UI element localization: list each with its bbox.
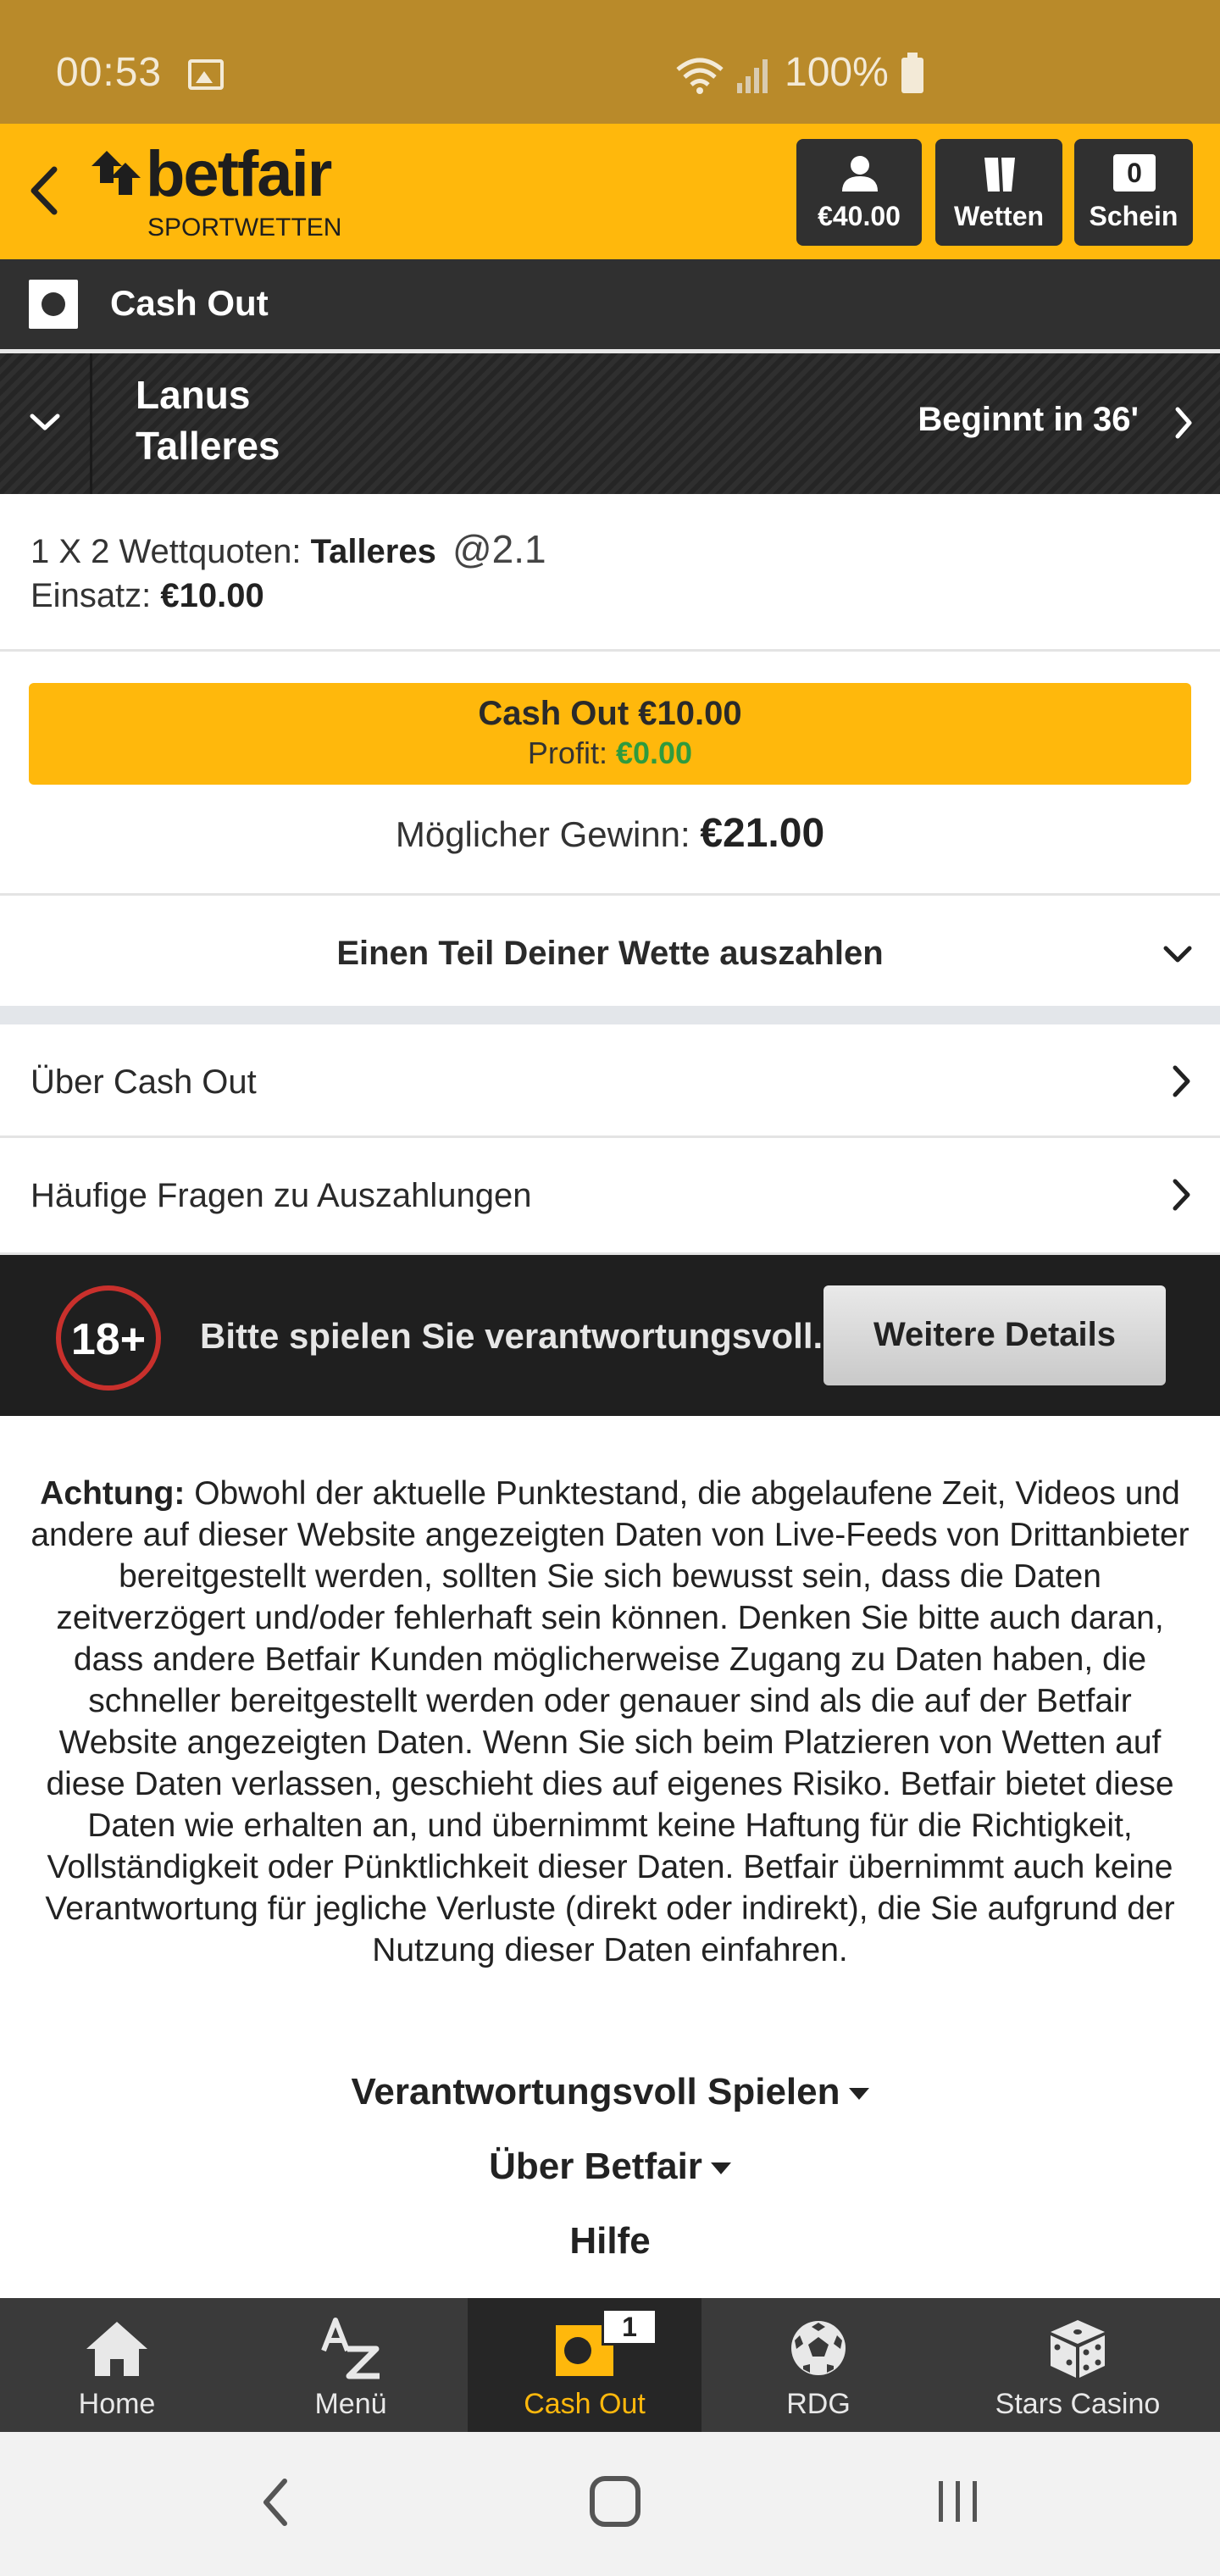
betslip-label: Schein — [1089, 201, 1178, 231]
status-time: 00:53 — [56, 50, 163, 95]
nav-menu[interactable]: Menü — [234, 2298, 468, 2432]
cashout-profit: Profit: €0.00 — [29, 736, 1191, 771]
brand-name: betfair — [146, 138, 332, 210]
disclaimer-text: Obwohl der aktuelle Punktestand, die abg… — [30, 1475, 1190, 1968]
potential-label: Möglicher Gewinn: — [395, 814, 690, 854]
selection-name: Talleres — [310, 533, 436, 570]
footer-responsible-label: Verantwortungsvoll Spielen — [351, 2071, 840, 2112]
cashout-icon — [29, 280, 78, 329]
my-bets-button[interactable]: Wetten — [935, 139, 1062, 246]
page-title: Cash Out — [110, 283, 269, 323]
dice-icon — [1051, 2320, 1105, 2378]
age-label: 18+ — [70, 1315, 147, 1364]
nav-casino-label: Stars Casino — [995, 2388, 1161, 2420]
event-start-time: Beginnt in 36' — [918, 401, 1139, 438]
event-divider — [90, 353, 92, 494]
potential-value: €21.00 — [700, 811, 825, 856]
nav-stars-casino[interactable]: Stars Casino — [935, 2298, 1220, 2432]
person-icon — [842, 156, 878, 192]
image-notification-icon — [188, 59, 224, 90]
age-restriction-icon: 18+ — [56, 1285, 161, 1391]
more-details-button[interactable]: Weitere Details — [824, 1285, 1166, 1385]
cashout-titlebar: Cash Out — [0, 259, 1220, 349]
caret-down-icon — [710, 2162, 731, 2175]
footer-about-link[interactable]: Über Betfair — [0, 2146, 1220, 2188]
system-back-icon[interactable] — [256, 2474, 295, 2530]
cashout-button-label: Cash Out €10.00 — [478, 695, 742, 732]
betfair-arrows-icon — [92, 151, 141, 195]
stake-line: Einsatz: €10.00 — [30, 577, 264, 615]
potential-return: Möglicher Gewinn: €21.00 — [0, 810, 1220, 857]
data-disclaimer: Achtung: Obwohl der aktuelle Punktestand… — [30, 1473, 1190, 1971]
profit-label: Profit: — [527, 736, 607, 770]
chevron-right-icon — [1173, 1179, 1190, 1211]
app-header: betfair SPORTWETTEN €40.00 Wetten 0 Sche… — [0, 124, 1220, 259]
about-cashout-link[interactable]: Über Cash Out — [0, 1024, 1220, 1138]
soccer-ball-icon — [791, 2321, 846, 2375]
wifi-icon — [676, 58, 724, 94]
away-team: Talleres — [136, 424, 280, 468]
signal-icon — [737, 59, 768, 93]
bet-selection-line: 1 X 2 Wettquoten: Talleres @2.1 — [30, 526, 546, 572]
cashout-faq-label: Häufige Fragen zu Auszahlungen — [30, 1177, 532, 1214]
footer-responsible-link[interactable]: Verantwortungsvoll Spielen — [0, 2071, 1220, 2113]
disclaimer-heading: Achtung: — [40, 1475, 186, 1512]
footer-about-label: Über Betfair — [489, 2146, 702, 2187]
stake-value: €10.00 — [160, 577, 264, 614]
betfair-logo[interactable]: betfair SPORTWETTEN — [88, 138, 342, 242]
more-details-label: Weitere Details — [873, 1316, 1117, 1353]
betslip-count: 0 — [1113, 154, 1156, 192]
selection-odds: @2.1 — [452, 527, 546, 571]
caret-down-icon — [848, 2088, 869, 2101]
battery-icon — [901, 53, 923, 93]
chevron-down-icon — [1163, 946, 1192, 963]
chevron-down-icon[interactable] — [25, 406, 64, 440]
stake-label: Einsatz: — [30, 577, 152, 614]
cashout-count-badge: 1 — [602, 2308, 657, 2346]
footer-help-link[interactable]: Hilfe — [0, 2220, 1220, 2262]
chevron-right-icon — [1173, 1065, 1190, 1097]
account-balance: €40.00 — [818, 201, 901, 231]
bets-label: Wetten — [953, 201, 1045, 231]
footer-help-label: Hilfe — [569, 2220, 651, 2262]
nav-rdg-label: RDG — [786, 2388, 851, 2420]
about-cashout-label: Über Cash Out — [30, 1063, 257, 1101]
a-z-icon — [321, 2318, 380, 2379]
brand-subtitle: SPORTWETTEN — [147, 214, 342, 242]
market-name: 1 X 2 Wettquoten: — [30, 533, 302, 570]
bottom-navigation: Home Menü 1 Cash Out RDG Stars Casino — [0, 2298, 1220, 2432]
partial-cashout-toggle[interactable]: Einen Teil Deiner Wette auszahlen — [0, 896, 1220, 1006]
home-icon — [86, 2322, 147, 2376]
betslip-button[interactable]: 0 Schein — [1074, 139, 1193, 246]
nav-home[interactable]: Home — [0, 2298, 234, 2432]
cashout-button[interactable]: Cash Out €10.00 Profit: €0.00 — [29, 683, 1191, 785]
status-bar: 00:53 100% — [0, 0, 1220, 124]
nav-home-label: Home — [78, 2388, 156, 2420]
responsible-gambling-banner: 18+ Bitte spielen Sie verantwortungsvoll… — [0, 1255, 1220, 1416]
battery-percent: 100% — [785, 50, 889, 95]
home-team: Lanus — [136, 373, 251, 417]
system-recents-icon[interactable] — [934, 2478, 983, 2525]
bet-details: 1 X 2 Wettquoten: Talleres @2.1 Einsatz:… — [0, 494, 1220, 652]
partial-cashout-label: Einen Teil Deiner Wette auszahlen — [336, 935, 884, 972]
account-button[interactable]: €40.00 — [796, 139, 922, 246]
back-arrow-icon[interactable] — [24, 163, 66, 219]
chevron-right-icon[interactable] — [1171, 404, 1196, 441]
cashout-faq-link[interactable]: Häufige Fragen zu Auszahlungen — [0, 1138, 1220, 1255]
bets-icon — [984, 158, 1015, 192]
event-header[interactable]: Lanus Talleres Beginnt in 36' — [0, 353, 1220, 494]
nav-menu-label: Menü — [314, 2388, 387, 2420]
responsible-message: Bitte spielen Sie verantwortungsvoll. — [200, 1316, 824, 1356]
profit-value: €0.00 — [615, 736, 693, 770]
nav-cashout[interactable]: 1 Cash Out — [468, 2298, 702, 2432]
nav-cashout-label: Cash Out — [524, 2388, 646, 2420]
system-home-icon[interactable] — [590, 2476, 640, 2527]
section-gap — [0, 1006, 1220, 1024]
nav-rdg[interactable]: RDG — [702, 2298, 935, 2432]
system-navigation-bar — [0, 2432, 1220, 2576]
